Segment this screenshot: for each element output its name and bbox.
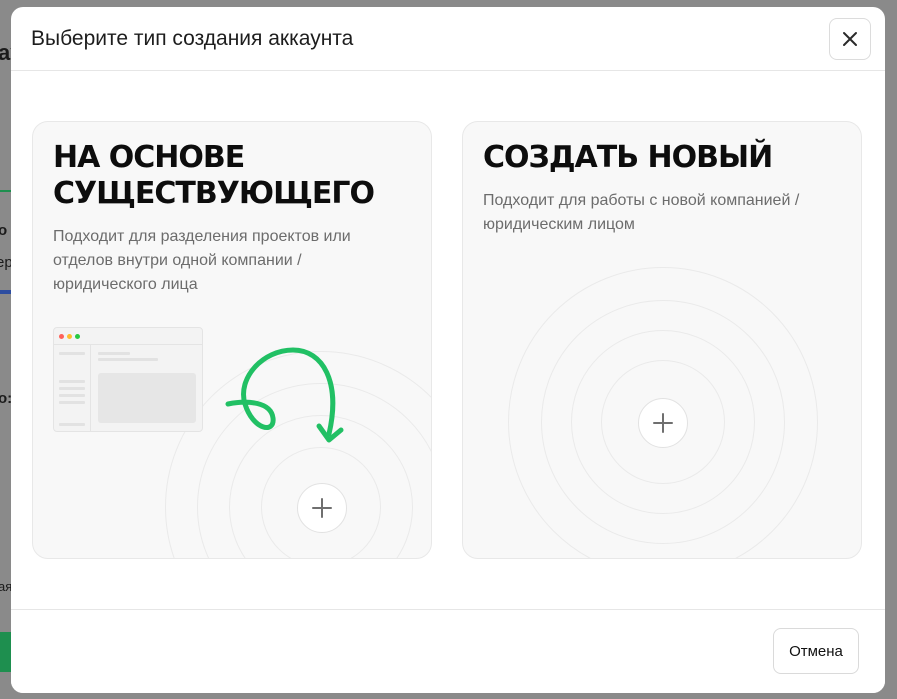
dialog-title: Выберите тип создания аккаунта xyxy=(31,26,354,50)
create-new-card[interactable]: Создать новый Подходит для работы с ново… xyxy=(462,121,862,559)
bg-green-block xyxy=(0,632,11,672)
bg-accent-line xyxy=(0,190,11,192)
curved-arrow-icon xyxy=(225,347,344,443)
close-button[interactable] xyxy=(829,18,871,60)
app-window-illustration xyxy=(53,327,203,432)
bg-blue-line xyxy=(0,290,11,294)
add-from-existing-button[interactable] xyxy=(297,483,347,533)
card-title: Создать новый xyxy=(483,140,773,175)
account-type-dialog: Выберите тип создания аккаунта На основе… xyxy=(11,7,885,693)
based-on-existing-card[interactable]: На основе существующего Подходит для раз… xyxy=(32,121,432,559)
close-icon xyxy=(843,32,857,46)
account-type-options: На основе существующего Подходит для раз… xyxy=(32,121,863,559)
dialog-header: Выберите тип создания аккаунта xyxy=(11,7,885,71)
cancel-button[interactable]: Отмена xyxy=(773,628,859,674)
create-new-button[interactable] xyxy=(638,398,688,448)
dialog-footer: Отмена xyxy=(11,609,885,693)
card-description: Подходит для разделения проектов или отд… xyxy=(53,228,351,293)
plus-icon xyxy=(653,413,673,433)
plus-icon xyxy=(312,498,332,518)
card-description: Подходит для работы с новой компанией / … xyxy=(483,192,800,233)
card-title: На основе существующего xyxy=(53,140,375,211)
bg-text-fragment: o xyxy=(0,222,8,239)
